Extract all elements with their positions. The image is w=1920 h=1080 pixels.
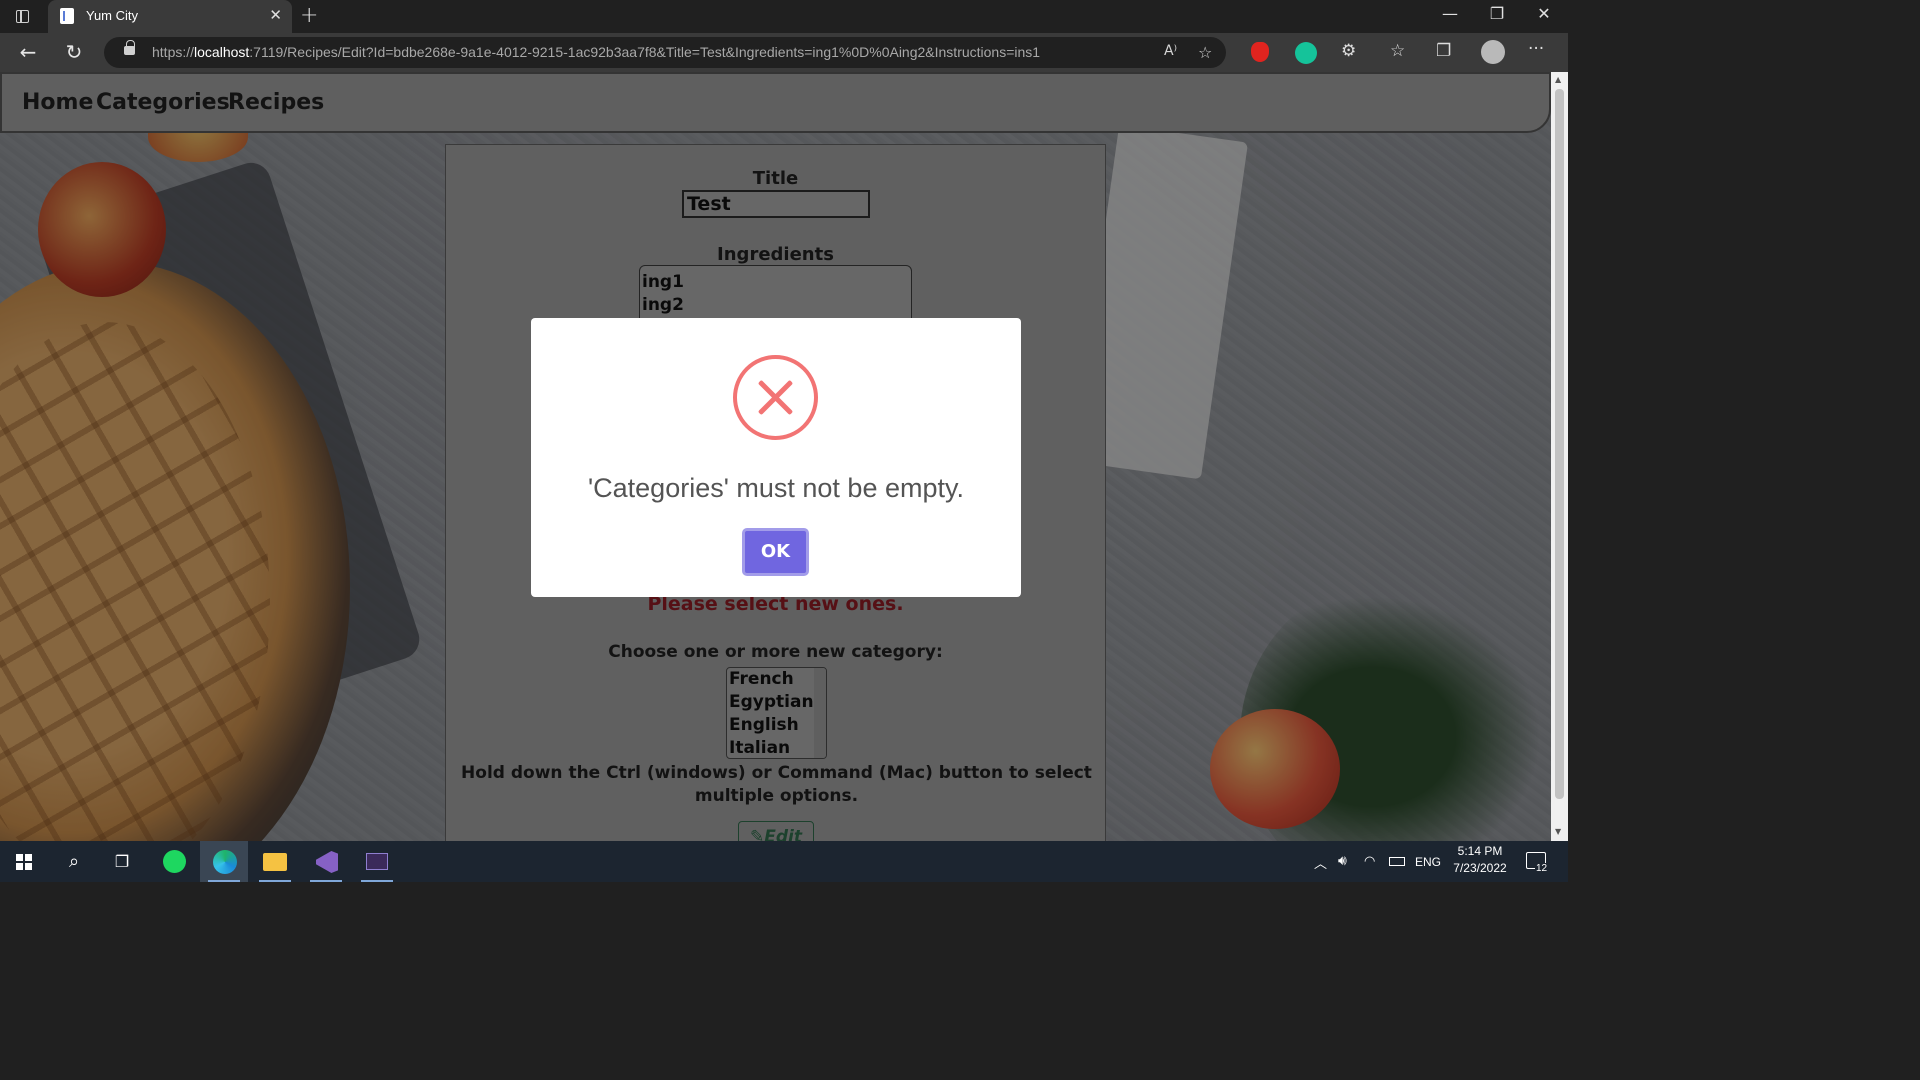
visual-studio-taskbar-icon[interactable] [302,841,350,882]
restore-button[interactable]: ❐ [1477,4,1517,28]
windows-logo-icon [16,854,32,870]
refresh-icon[interactable]: ↻ [60,39,88,67]
page-favicon-icon [60,8,74,24]
ok-button[interactable]: OK [742,528,809,576]
tab-actions-icon[interactable] [12,7,34,27]
language-indicator[interactable]: ENG [1415,855,1441,869]
error-x-icon [733,355,818,440]
spotify-taskbar-icon[interactable] [150,841,198,882]
url-text[interactable]: https://localhost:7119/Recipes/Edit?Id=b… [152,44,1040,60]
add-favorite-icon[interactable]: ☆ [1198,43,1212,62]
more-options-icon[interactable]: ··· [1528,39,1544,59]
tab-close-icon[interactable]: ✕ [269,6,282,24]
close-window-button[interactable]: ✕ [1524,4,1564,28]
extension-red-icon[interactable] [1251,42,1269,62]
battery-icon[interactable] [1389,857,1405,866]
browser-tab[interactable]: Yum City ✕ [48,0,292,33]
page-scrollbar[interactable]: ▲ ▼ [1551,72,1568,841]
error-dialog: 'Categories' must not be empty. OK [531,318,1021,597]
scroll-up-icon[interactable]: ▲ [1555,75,1561,84]
volume-icon[interactable]: 🔊︎ [1338,852,1347,869]
file-explorer-taskbar-icon[interactable] [251,841,299,882]
tab-title: Yum City [86,8,139,23]
grammarly-icon[interactable] [1295,42,1317,64]
scroll-down-icon[interactable]: ▼ [1555,827,1561,836]
clock[interactable]: 5:14 PM 7/23/2022 [1444,844,1516,875]
error-message: 'Categories' must not be empty. [588,473,964,503]
collections-icon[interactable]: ❐ [1436,41,1451,61]
scrollbar-thumb[interactable] [1555,89,1564,799]
new-tab-button[interactable]: + [300,3,318,28]
browser-toolbar: ← ↻ https://localhost:7119/Recipes/Edit?… [0,33,1568,72]
lock-icon[interactable] [124,40,135,55]
tray-chevron-icon[interactable]: ︿ [1314,853,1327,872]
wifi-icon[interactable]: ◠ [1364,853,1375,869]
address-bar[interactable]: https://localhost:7119/Recipes/Edit?Id=b… [104,37,1226,68]
browser-titlebar: Yum City ✕ + — ❐ ✕ [0,0,1568,33]
back-arrow-icon[interactable]: ← [14,39,42,67]
clock-date: 7/23/2022 [1453,861,1507,875]
task-view-icon[interactable]: ❐ [98,841,146,882]
edge-taskbar-icon[interactable] [200,841,248,882]
terminal-taskbar-icon[interactable] [353,841,401,882]
favorites-icon[interactable]: ☆ [1390,41,1405,61]
profile-avatar-icon[interactable] [1481,40,1505,64]
start-button[interactable] [0,841,48,882]
minimize-button[interactable]: — [1430,4,1470,28]
windows-taskbar: ⌕ ❐ ︿ 🔊︎ ◠ ENG 5:14 PM 7/23/2022 12 [0,841,1568,882]
notification-count-badge: 12 [1535,863,1549,874]
extensions-icon[interactable]: ⚙ [1341,41,1356,61]
read-aloud-icon[interactable]: A⁾ [1164,43,1177,59]
search-icon[interactable]: ⌕ [50,841,98,882]
clock-time: 5:14 PM [1457,844,1503,858]
